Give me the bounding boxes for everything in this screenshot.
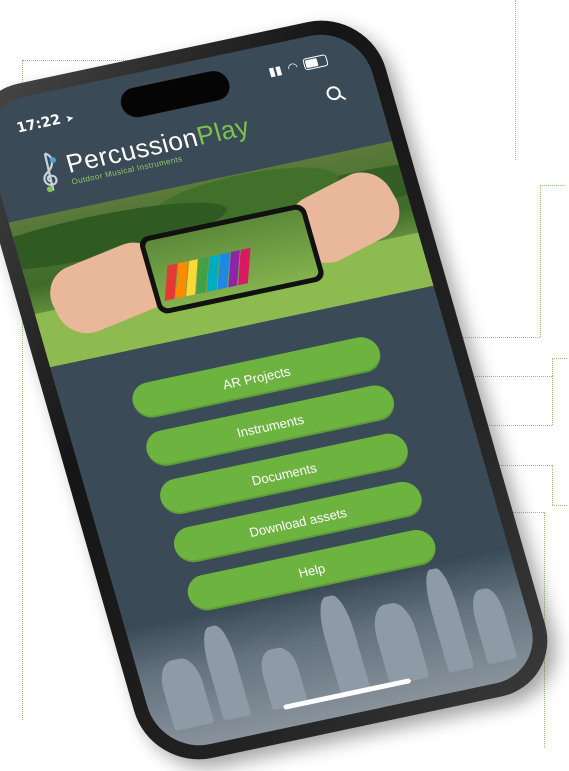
phone: 17:22 ➤ ▮▮ ◠ PercussionPlay Outdoor Musi…: [0, 9, 563, 771]
wifi-icon: ◠: [285, 59, 300, 75]
battery-icon: [302, 54, 329, 71]
search-icon[interactable]: [325, 85, 345, 104]
rainbow-xylophone: [164, 247, 252, 301]
phone-screen: 17:22 ➤ ▮▮ ◠ PercussionPlay Outdoor Musi…: [0, 25, 545, 755]
dynamic-island: [117, 68, 234, 121]
status-time: 17:22 ➤: [14, 111, 76, 137]
signal-icon: ▮▮: [266, 62, 284, 79]
status-icons: ▮▮ ◠: [267, 53, 329, 79]
treble-clef-logo-icon: [31, 149, 68, 195]
phone-mockup: 17:22 ➤ ▮▮ ◠ PercussionPlay Outdoor Musi…: [0, 0, 569, 771]
location-arrow-icon: ➤: [64, 112, 76, 126]
